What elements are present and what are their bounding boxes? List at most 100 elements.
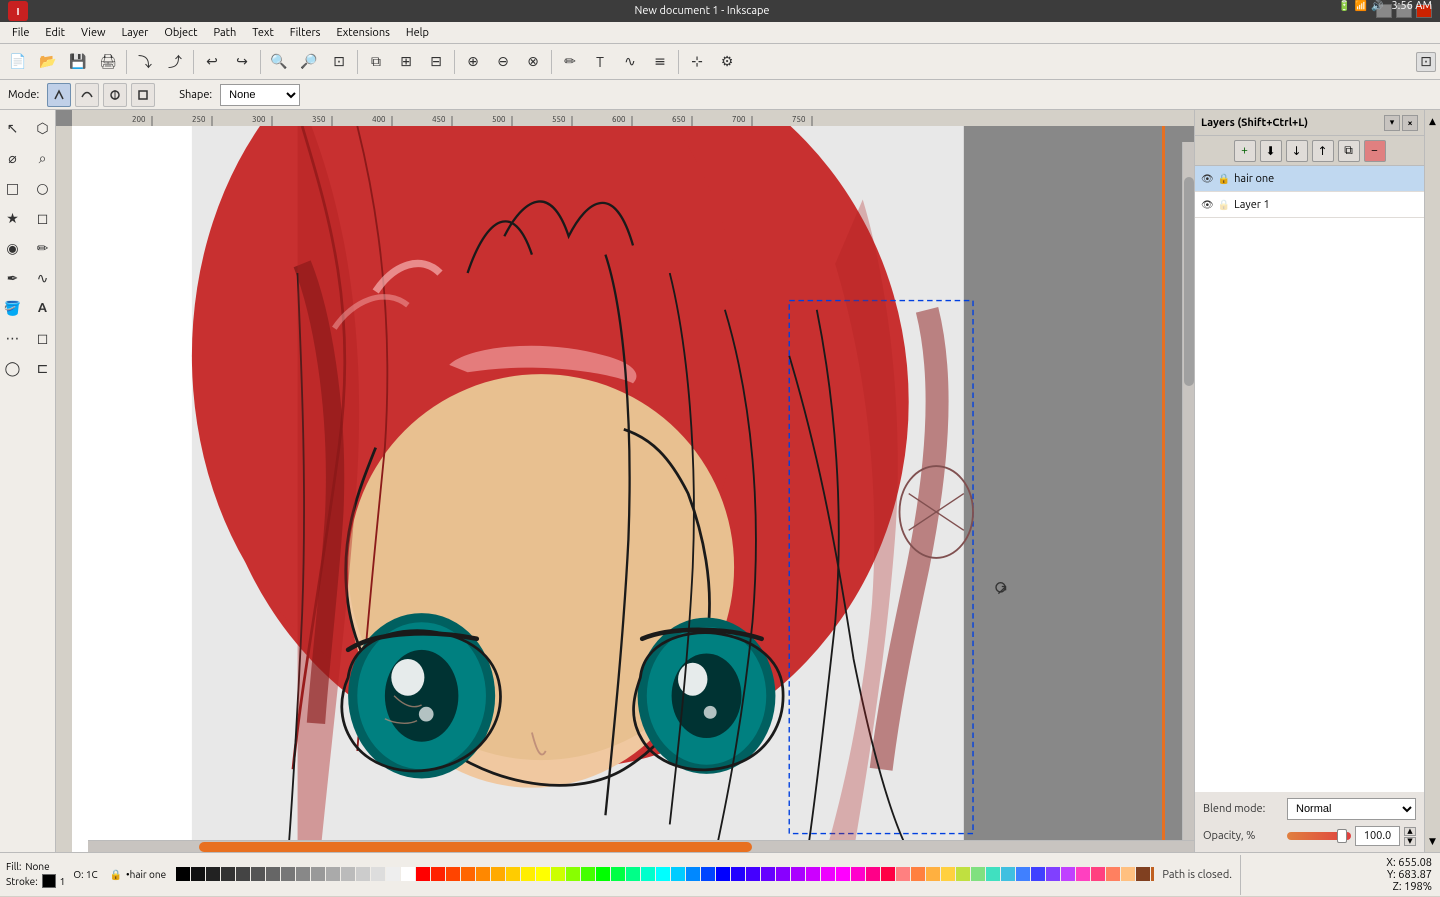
zoom-out-button[interactable]: 🔎	[295, 48, 323, 76]
color-swatch[interactable]	[356, 867, 370, 881]
menu-file[interactable]: File	[4, 25, 37, 41]
shape-select[interactable]: None Ellipse Rectangle	[220, 84, 300, 106]
color-swatch[interactable]	[926, 867, 940, 881]
align-button[interactable]: ≡	[646, 48, 674, 76]
color-swatch[interactable]	[461, 867, 475, 881]
tool-rect[interactable]: □	[0, 174, 27, 202]
blend-mode-select[interactable]: Normal Multiply Screen Overlay	[1287, 798, 1416, 820]
color-swatch[interactable]	[761, 867, 775, 881]
color-swatch[interactable]	[431, 867, 445, 881]
color-swatch[interactable]	[401, 867, 415, 881]
color-swatch[interactable]	[1061, 867, 1075, 881]
color-swatch[interactable]	[701, 867, 715, 881]
color-swatch[interactable]	[176, 867, 190, 881]
color-swatch[interactable]	[191, 867, 205, 881]
color-swatch[interactable]	[986, 867, 1000, 881]
layer-visibility-hair-one[interactable]: 👁	[1201, 173, 1214, 185]
color-swatch[interactable]	[506, 867, 520, 881]
color-swatch[interactable]	[416, 867, 430, 881]
tool-spray[interactable]: ⋯	[0, 324, 27, 352]
color-swatch[interactable]	[491, 867, 505, 881]
color-swatch[interactable]	[1046, 867, 1060, 881]
color-swatch[interactable]	[1001, 867, 1015, 881]
path-union-button[interactable]: ⊕	[459, 48, 487, 76]
color-swatch[interactable]	[206, 867, 220, 881]
color-swatch[interactable]	[476, 867, 490, 881]
tool-ellipse[interactable]: ○	[29, 174, 57, 202]
color-swatch[interactable]	[1136, 867, 1150, 881]
menu-filters[interactable]: Filters	[282, 25, 329, 41]
color-swatch[interactable]	[656, 867, 670, 881]
color-swatch[interactable]	[941, 867, 955, 881]
color-swatch[interactable]	[911, 867, 925, 881]
color-swatch[interactable]	[641, 867, 655, 881]
open-button[interactable]: 📂	[34, 48, 62, 76]
layer-move-to-bottom[interactable]: ⬇	[1260, 140, 1282, 162]
color-swatch[interactable]	[866, 867, 880, 881]
layer-duplicate[interactable]: ⧉	[1338, 140, 1360, 162]
color-swatch[interactable]	[1076, 867, 1090, 881]
path-diff-button[interactable]: ⊖	[489, 48, 517, 76]
tool-eraser[interactable]: ◻	[29, 324, 57, 352]
menu-extensions[interactable]: Extensions	[328, 25, 397, 41]
redo-button[interactable]: ↪	[228, 48, 256, 76]
v-scroll-thumb[interactable]	[1184, 177, 1194, 386]
snap-toggle[interactable]: ⊡	[1416, 52, 1436, 72]
color-swatch[interactable]	[446, 867, 460, 881]
menu-object[interactable]: Object	[156, 25, 205, 41]
tool-star[interactable]: ★	[0, 204, 27, 232]
color-swatch[interactable]	[1016, 867, 1030, 881]
tool-pen[interactable]: ✒	[0, 264, 27, 292]
opacity-thumb[interactable]	[1337, 829, 1347, 843]
color-swatch[interactable]	[566, 867, 580, 881]
color-palette[interactable]	[172, 853, 1154, 897]
new-button[interactable]: 📄	[4, 48, 32, 76]
layer-item-layer-1[interactable]: 👁 🔒 Layer 1	[1195, 192, 1424, 218]
calligraphy-button[interactable]: ∿	[616, 48, 644, 76]
color-swatch[interactable]	[791, 867, 805, 881]
zoom-in-button[interactable]: 🔍	[265, 48, 293, 76]
ungroup-button[interactable]: ⊟	[422, 48, 450, 76]
right-edge-scroll-up[interactable]: ▲	[1426, 114, 1440, 128]
menu-layer[interactable]: Layer	[114, 25, 157, 41]
color-swatch[interactable]	[371, 867, 385, 881]
color-swatch[interactable]	[551, 867, 565, 881]
path-intersect-button[interactable]: ⊗	[519, 48, 547, 76]
node-edit-button[interactable]: ✏	[556, 48, 584, 76]
tool-tweak[interactable]: ⌀	[0, 144, 27, 172]
duplicate-button[interactable]: ⧉	[362, 48, 390, 76]
opacity-increment[interactable]: ▲	[1404, 827, 1416, 836]
node-auto-button[interactable]	[131, 83, 155, 107]
color-swatch[interactable]	[746, 867, 760, 881]
tool-connector[interactable]: ⊏	[29, 354, 57, 382]
color-swatch[interactable]	[716, 867, 730, 881]
menu-path[interactable]: Path	[206, 25, 245, 41]
vertical-scrollbar[interactable]	[1182, 142, 1194, 840]
color-swatch[interactable]	[1091, 867, 1105, 881]
text-tool-button[interactable]: T	[586, 48, 614, 76]
color-swatch[interactable]	[281, 867, 295, 881]
layer-lock-hair-one[interactable]: 🔒	[1218, 173, 1230, 185]
layer-visibility-layer-1[interactable]: 👁	[1201, 199, 1214, 211]
opacity-decrement[interactable]: ▼	[1404, 837, 1416, 846]
import-button[interactable]: ⤵	[131, 48, 159, 76]
color-swatch[interactable]	[806, 867, 820, 881]
tool-spiral[interactable]: ◉	[0, 234, 27, 262]
menu-text[interactable]: Text	[244, 25, 282, 41]
node-symmetric-button[interactable]	[103, 83, 127, 107]
opacity-slider[interactable]	[1287, 832, 1351, 840]
save-button[interactable]: 💾	[64, 48, 92, 76]
color-swatch[interactable]	[836, 867, 850, 881]
color-swatch[interactable]	[626, 867, 640, 881]
color-swatch[interactable]	[956, 867, 970, 881]
layer-lock-layer-1[interactable]: 🔒	[1218, 199, 1230, 211]
color-swatch[interactable]	[881, 867, 895, 881]
tool-calligraphy[interactable]: ∿	[29, 264, 57, 292]
color-swatch[interactable]	[896, 867, 910, 881]
color-swatch[interactable]	[686, 867, 700, 881]
tool-zoom[interactable]: ⌕	[29, 144, 57, 172]
menu-view[interactable]: View	[73, 25, 114, 41]
tool-eyedropper[interactable]: ◯	[0, 354, 27, 382]
stroke-color-swatch[interactable]	[42, 874, 56, 888]
layers-settings-button[interactable]: ▾	[1384, 115, 1400, 131]
